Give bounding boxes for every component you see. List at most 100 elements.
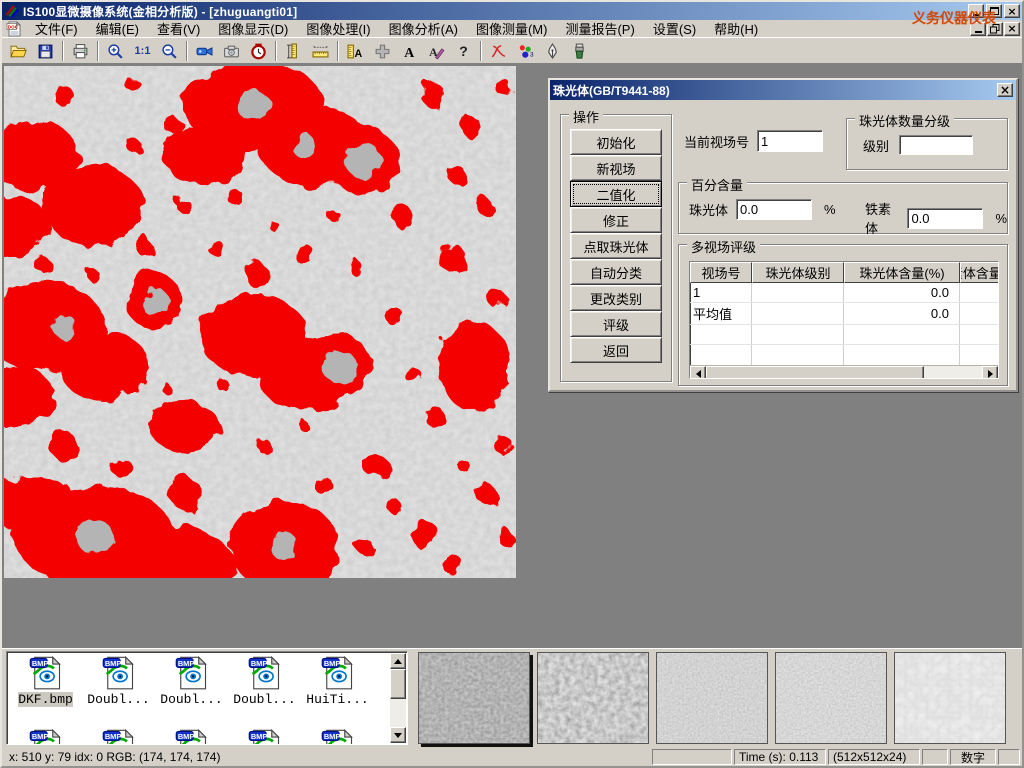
cell-pearlite — [844, 325, 960, 344]
thumbnail-3[interactable] — [656, 652, 768, 744]
menu-item-file[interactable]: 文件(F) — [26, 18, 87, 39]
file-item[interactable]: BMP Doubl... — [155, 655, 228, 707]
camera-icon — [223, 43, 240, 60]
ruler-button[interactable] — [307, 40, 334, 62]
scroll-right-button[interactable] — [982, 366, 998, 379]
file-item[interactable]: BMP — [9, 728, 82, 745]
initialize-button[interactable]: 初始化 — [570, 129, 662, 155]
bmp-file-icon: BMP — [320, 655, 356, 691]
table-row[interactable] — [690, 325, 998, 345]
pick-pearlite-button[interactable]: 点取珠光体 — [570, 233, 662, 259]
timer-icon — [250, 43, 267, 60]
pearlite-label: 珠光体 — [689, 200, 728, 219]
print-button[interactable] — [67, 40, 94, 62]
timer-button[interactable] — [245, 40, 272, 62]
file-name[interactable]: HuiTi... — [306, 692, 368, 707]
mdi-minimize-button[interactable] — [970, 22, 986, 36]
mdi-close-button[interactable]: × — [1004, 22, 1020, 36]
grade-button[interactable]: 评级 — [570, 311, 662, 337]
mdi-restore-button[interactable] — [987, 22, 1003, 36]
video-capture-button[interactable] — [191, 40, 218, 62]
level-input[interactable] — [899, 135, 973, 155]
menu-bar: DOC 文件(F) 编辑(E) 查看(V) 图像显示(D) 图像处理(I) 图像… — [2, 20, 1022, 38]
mdi-minimize-icon — [975, 31, 982, 33]
thumbnail-5[interactable] — [894, 652, 1006, 744]
table-horizontal-scrollbar[interactable] — [690, 365, 998, 379]
brush-tool-button[interactable] — [566, 40, 593, 62]
return-button[interactable]: 返回 — [570, 337, 662, 363]
file-name[interactable]: DKF.bmp — [18, 692, 73, 707]
scroll-left-button[interactable] — [690, 366, 706, 379]
help-button[interactable]: ? — [450, 40, 477, 62]
open-icon — [10, 43, 27, 60]
thumbnail-2[interactable] — [537, 652, 649, 744]
color-classify-button[interactable]: 3 — [512, 40, 539, 62]
close-icon: × — [1007, 6, 1016, 17]
operations-group: 操作 初始化 新视场 二值化 修正 点取珠光体 自动分类 更改类别 评级 返回 — [560, 114, 672, 382]
file-item[interactable]: BMP — [155, 728, 228, 745]
save-button[interactable] — [32, 40, 59, 62]
menu-item-view[interactable]: 查看(V) — [148, 18, 209, 39]
ferrite-percent-sign: % — [995, 211, 1007, 226]
file-item[interactable]: BMP DKF.bmp — [9, 655, 82, 707]
file-item[interactable]: BMP Doubl... — [82, 655, 155, 707]
auto-classify-button[interactable]: 自动分类 — [570, 259, 662, 285]
file-item[interactable]: BMP — [301, 728, 374, 745]
measure-text-button[interactable]: A — [342, 40, 369, 62]
close-button[interactable]: × — [1004, 4, 1020, 18]
ferrite-percent-input[interactable] — [907, 208, 983, 229]
file-item[interactable]: BMP — [228, 728, 301, 745]
caliper-button[interactable] — [280, 40, 307, 62]
text-button[interactable]: A — [396, 40, 423, 62]
menu-item-image-measure[interactable]: 图像测量(M) — [467, 18, 557, 39]
table-row[interactable] — [690, 345, 998, 365]
menu-item-image-analysis[interactable]: 图像分析(A) — [380, 18, 467, 39]
scrollbar-thumb[interactable] — [390, 669, 406, 699]
svg-text:BMP: BMP — [177, 659, 194, 668]
maximize-button[interactable] — [986, 4, 1002, 18]
file-item[interactable]: BMP HuiTi... — [301, 655, 374, 707]
zoom-out-button[interactable] — [156, 40, 183, 62]
metallograph-image[interactable] — [4, 66, 516, 578]
curve-tool-button[interactable] — [485, 40, 512, 62]
operations-group-label: 操作 — [569, 107, 603, 126]
annotate-button[interactable]: A — [423, 40, 450, 62]
menu-item-measure-report[interactable]: 测量报告(P) — [556, 18, 643, 39]
menu-item-help[interactable]: 帮助(H) — [705, 18, 767, 39]
current-field-input[interactable] — [757, 130, 823, 152]
zoom-in-button[interactable] — [102, 40, 129, 62]
scrollbar-thumb[interactable] — [706, 366, 924, 379]
file-name[interactable]: Doubl... — [87, 692, 149, 707]
scroll-up-button[interactable] — [390, 653, 406, 669]
pearlite-percent-input[interactable] — [736, 199, 812, 220]
snapshot-button[interactable] — [218, 40, 245, 62]
document-icon[interactable]: DOC — [6, 21, 22, 37]
minimize-button[interactable] — [968, 4, 984, 18]
scroll-down-button[interactable] — [390, 727, 406, 743]
thumbnail-4[interactable] — [775, 652, 887, 744]
move-button[interactable] — [369, 40, 396, 62]
change-class-button[interactable]: 更改类别 — [570, 285, 662, 311]
file-name[interactable]: Doubl... — [160, 692, 222, 707]
open-button[interactable] — [5, 40, 32, 62]
file-list-scrollbar[interactable] — [390, 653, 406, 743]
thumbnail-1[interactable] — [418, 652, 530, 744]
menu-item-image-processing[interactable]: 图像处理(I) — [297, 18, 379, 39]
file-name[interactable]: Doubl... — [233, 692, 295, 707]
dialog-close-button[interactable]: × — [997, 83, 1013, 97]
new-field-button[interactable]: 新视场 — [570, 155, 662, 181]
measure-text-icon: A — [347, 43, 364, 60]
file-item[interactable]: BMP — [82, 728, 155, 745]
move-cross-icon — [374, 43, 391, 60]
table-row[interactable]: 平均值 0.0 — [690, 303, 998, 325]
correct-button[interactable]: 修正 — [570, 207, 662, 233]
table-row[interactable]: 1 0.0 — [690, 283, 998, 303]
pen-tool-button[interactable] — [539, 40, 566, 62]
menu-item-settings[interactable]: 设置(S) — [644, 18, 705, 39]
menu-item-edit[interactable]: 编辑(E) — [87, 18, 148, 39]
file-item[interactable]: BMP Doubl... — [228, 655, 301, 707]
time-status: Time (s): 0.113 — [734, 749, 826, 765]
menu-item-image-display[interactable]: 图像显示(D) — [209, 18, 297, 39]
actual-size-button[interactable]: 1:1 — [129, 40, 156, 62]
binarize-button[interactable]: 二值化 — [570, 181, 662, 207]
